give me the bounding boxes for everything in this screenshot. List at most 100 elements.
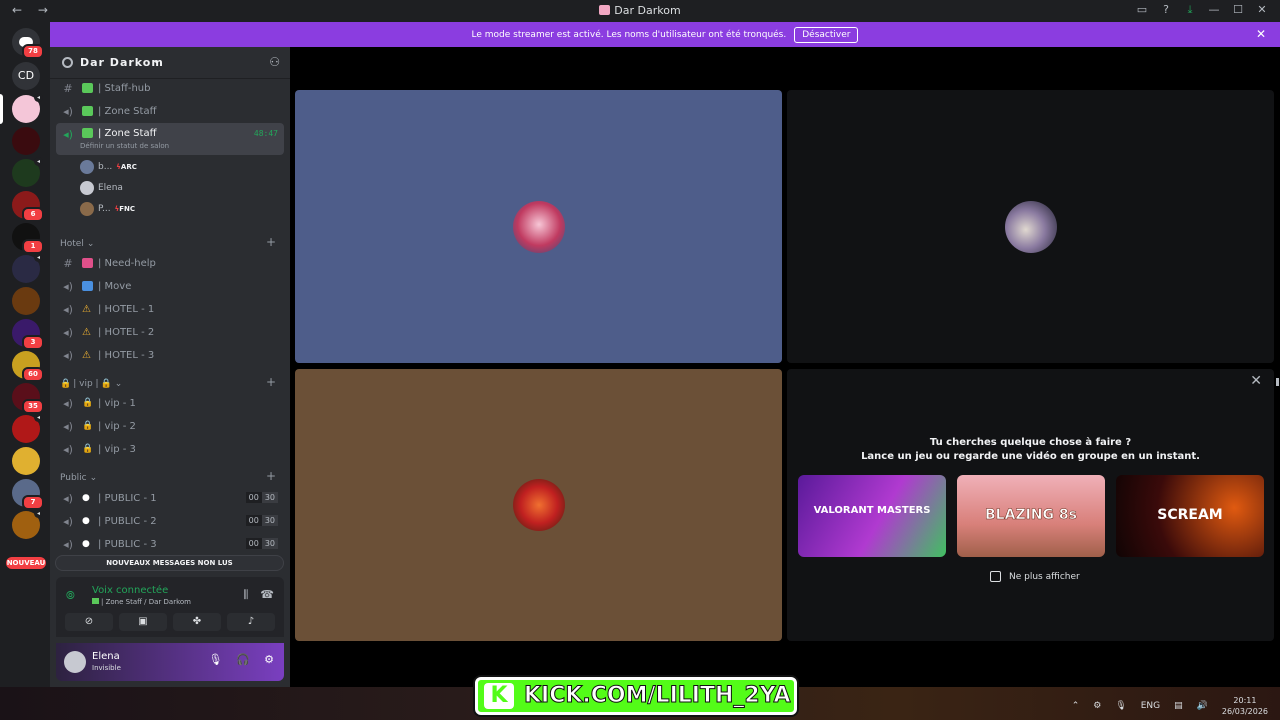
soundboard-icon[interactable]: ♪ [227, 613, 275, 631]
network-icon[interactable]: ▤ [1174, 701, 1183, 711]
disable-streamer-button[interactable]: Désactiver [794, 26, 859, 43]
server-icon-6[interactable]: ◂ [12, 253, 43, 283]
channel-vip-2[interactable]: ◂) 🔒 | vip - 2 [56, 415, 284, 437]
channel-label: | vip - 3 [98, 443, 136, 455]
guild-header[interactable]: Dar Darkom ⌄ ⚇ [50, 47, 290, 79]
chevron-down-icon: ⌄ [152, 55, 161, 66]
speaker-icon: ◂) [63, 396, 73, 410]
channel-zone-staff-1[interactable]: ◂) | Zone Staff [56, 100, 284, 122]
help-icon[interactable]: ? [1154, 3, 1178, 17]
kick-logo-icon: K [484, 683, 514, 709]
beginner-emoji-icon [82, 83, 93, 93]
participant-tile-1[interactable] [295, 90, 782, 363]
chevron-up-icon[interactable]: ⌃ [1072, 701, 1080, 711]
user-count: 00 [245, 492, 262, 503]
voice-actions: ⫼ ☎ [243, 588, 274, 602]
server-dar-darkom[interactable]: ◂ [12, 93, 43, 123]
channel-zone-staff-active[interactable]: ◂) | Zone Staff 48:47 Définir un statut … [56, 123, 284, 155]
server-icon-9[interactable]: 60 [12, 351, 44, 382]
voice-user-3[interactable]: P... ϟFNC [80, 199, 135, 219]
invite-icon[interactable]: ⚇ [269, 55, 280, 69]
noise-suppression-icon[interactable]: ⫼ [243, 588, 248, 602]
voice-user-1[interactable]: b... ϟARC [80, 157, 137, 177]
add-channel-icon[interactable]: + [266, 375, 276, 389]
user-tag: ϟFNC [114, 205, 136, 213]
steam-icon[interactable]: ⚙ [1093, 701, 1101, 711]
server-icon-11[interactable]: ◂ [12, 413, 43, 443]
channel-vip-3[interactable]: ◂) 🔒 | vip - 3 [56, 438, 284, 460]
gear-icon[interactable]: ⚙ [264, 653, 274, 666]
close-window-icon[interactable]: ✕ [1250, 3, 1274, 17]
channel-public-3[interactable]: ◂) ● | PUBLIC - 3 00 30 [56, 533, 284, 555]
category-hotel[interactable]: Hotel ⌄ + [60, 235, 280, 251]
category-vip[interactable]: 🔒 | vip | 🔒 ⌄ + [60, 375, 280, 391]
channel-staff-hub[interactable]: # | Staff-hub [56, 77, 284, 99]
user-limit: 00 30 [245, 538, 278, 549]
server-cd[interactable]: CD [12, 62, 40, 90]
activity-card-valorant[interactable]: VALORANT MASTERS [798, 475, 946, 557]
add-channel-icon[interactable]: + [266, 469, 276, 483]
server-icon-2[interactable] [12, 127, 40, 155]
download-icon[interactable]: ⤓ [1178, 3, 1202, 17]
maximize-icon[interactable]: ☐ [1226, 3, 1250, 17]
checkbox[interactable] [990, 571, 1001, 582]
hash-icon: # [63, 256, 73, 270]
server-icon-5[interactable]: 1 [12, 223, 44, 254]
activity-suggestions: ✕ Tu cherches quelque chose à faire ? La… [787, 369, 1274, 641]
activity-card-blazing[interactable]: BLAZING 8s [957, 475, 1105, 557]
speaker-icon: ◂) [63, 302, 73, 316]
channel-public-1[interactable]: ◂) ● | PUBLIC - 1 00 30 [56, 487, 284, 509]
card-title: VALORANT MASTERS [813, 505, 931, 516]
screen-share-icon[interactable]: ▣ [119, 613, 167, 631]
scrollbar[interactable] [1276, 378, 1279, 386]
warning-icon: ⚠ [82, 327, 91, 338]
channel-label: | Zone Staff [98, 105, 157, 117]
participant-tile-3[interactable] [295, 369, 782, 641]
server-icon-7[interactable] [12, 287, 40, 315]
channel-vip-1[interactable]: ◂) 🔒 | vip - 1 [56, 392, 284, 414]
volume-icon[interactable]: 🔊 [1197, 701, 1208, 711]
activities-icon[interactable]: ✤ [173, 613, 221, 631]
server-icon-8[interactable]: 3 [12, 319, 44, 350]
microphone-icon[interactable]: 🎙 [208, 653, 222, 666]
close-icon[interactable]: ✕ [1250, 373, 1262, 389]
channel-public-2[interactable]: ◂) ● | PUBLIC - 2 00 30 [56, 510, 284, 532]
set-channel-status[interactable]: Définir un statut de salon [80, 142, 169, 150]
server-icon-4[interactable]: 6 [12, 191, 44, 222]
kick-overlay: K KICK.COM/LILITH_2YA [475, 677, 797, 715]
dont-show-again[interactable]: Ne plus afficher [990, 571, 1080, 582]
new-unread-messages-button[interactable]: NOUVEAUX MESSAGES NON LUS [55, 555, 284, 571]
server-icon-14[interactable]: ◂ [12, 509, 43, 539]
channel-hotel-2[interactable]: ◂) ⚠ | HOTEL - 2 [56, 321, 284, 343]
server-icon-13[interactable]: 7 [12, 479, 44, 510]
camera-off-icon[interactable]: ⊘ [65, 613, 113, 631]
voice-location[interactable]: | Zone Staff / Dar Darkom [92, 598, 191, 606]
server-icon-3[interactable]: ◂ [12, 157, 43, 187]
channel-hotel-1[interactable]: ◂) ⚠ | HOTEL - 1 [56, 298, 284, 320]
window-title-text: Dar Darkom [614, 4, 681, 17]
minimize-icon[interactable]: — [1202, 3, 1226, 17]
server-icon-10[interactable]: 35 [12, 383, 44, 414]
server-icon-12[interactable] [12, 447, 40, 475]
avatar[interactable] [64, 651, 86, 673]
beginner-emoji-icon [92, 598, 99, 604]
close-banner-icon[interactable]: ✕ [1256, 27, 1266, 41]
microphone-tray-icon[interactable]: 🎙 [1115, 701, 1126, 711]
discord-home-icon[interactable]: 78 [12, 28, 44, 59]
channel-hotel-3[interactable]: ◂) ⚠ | HOTEL - 3 [56, 344, 284, 366]
inbox-icon[interactable]: ▭ [1130, 3, 1154, 17]
channel-move[interactable]: ◂) | Move [56, 275, 284, 297]
add-channel-icon[interactable]: + [266, 235, 276, 249]
channel-need-help[interactable]: # | Need-help [56, 252, 284, 274]
new-servers-pill[interactable]: NOUVEAU [6, 557, 46, 569]
disconnect-icon[interactable]: ☎ [260, 588, 274, 602]
language-indicator[interactable]: ENG [1141, 701, 1160, 711]
participant-tile-2[interactable] [787, 90, 1274, 363]
channel-label: | vip - 2 [98, 420, 136, 432]
voice-user-2[interactable]: Elena [80, 178, 123, 198]
category-public[interactable]: Public ⌄ + [60, 469, 280, 485]
activity-card-scream[interactable]: SCREAM [1116, 475, 1264, 557]
signal-icon[interactable]: ⦾ [66, 589, 75, 603]
headphones-icon[interactable]: 🎧 [236, 653, 250, 666]
clock[interactable]: 20:11 26/03/2026 [1222, 695, 1268, 717]
